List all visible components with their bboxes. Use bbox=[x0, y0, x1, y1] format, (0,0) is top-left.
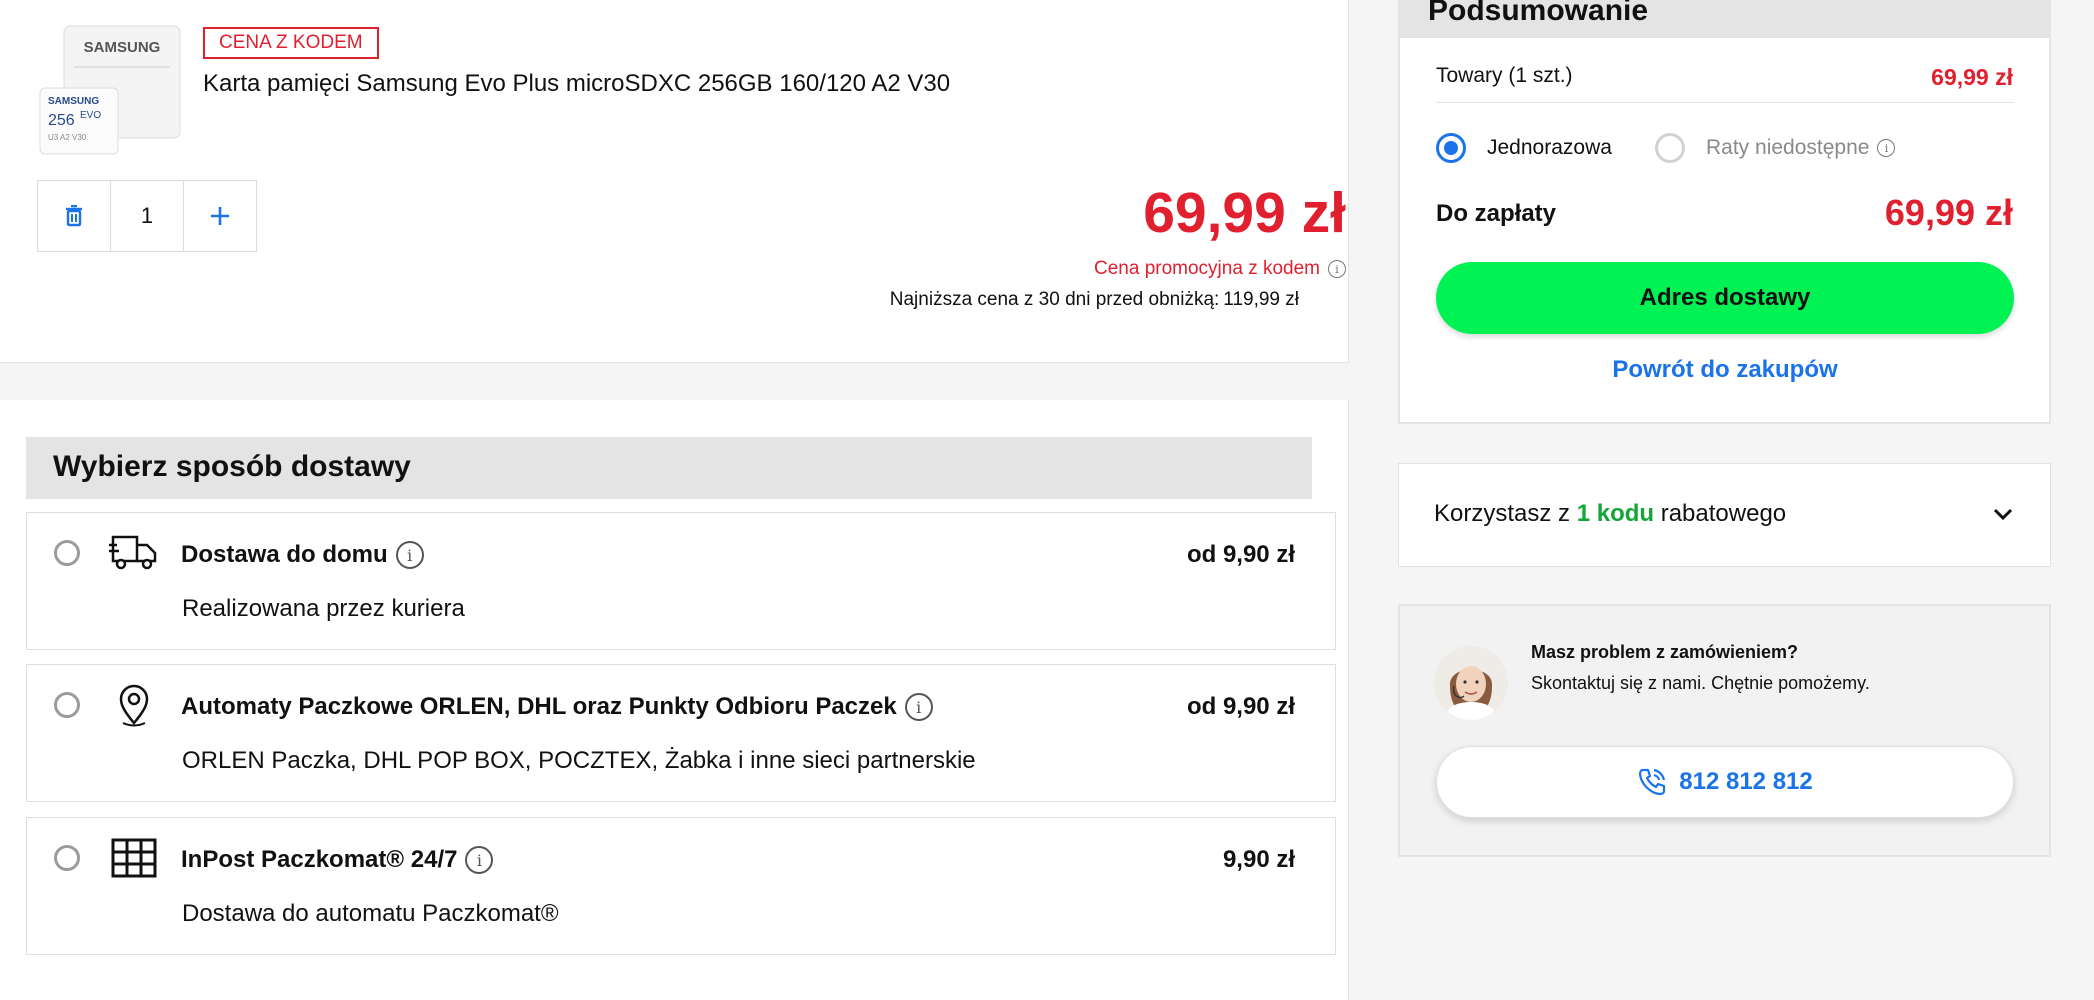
coupon-prefix: Korzystasz z bbox=[1434, 500, 1571, 527]
delivery-option-title-text: Automaty Paczkowe ORLEN, DHL oraz Punkty… bbox=[181, 693, 897, 720]
delivery-option-price: od 9,90 zł bbox=[1186, 541, 1295, 568]
payment-installments-text: Raty niedostępne bbox=[1706, 136, 1870, 159]
delivery-option-subtitle: Realizowana przez kuriera bbox=[182, 595, 465, 622]
delivery-option-title: InPost Paczkomat® 24/7 i bbox=[181, 846, 494, 874]
product-price: 69,99 zł bbox=[1143, 181, 1346, 245]
svg-text:EVO: EVO bbox=[80, 110, 101, 121]
delivery-option-title-text: InPost Paczkomat® 24/7 bbox=[181, 846, 458, 873]
chevron-down-icon[interactable] bbox=[1992, 503, 2014, 525]
total-label: Do zapłaty bbox=[1436, 200, 1557, 227]
info-icon[interactable]: i bbox=[465, 846, 494, 874]
coupon-suffix: rabatowego bbox=[1660, 500, 1787, 527]
info-icon[interactable]: i bbox=[1328, 260, 1346, 278]
svg-text:U3 A2 V30: U3 A2 V30 bbox=[48, 133, 87, 142]
items-value: 69,99 zł bbox=[1931, 64, 2013, 90]
map-pin-icon bbox=[109, 683, 159, 727]
product-image[interactable]: SAMSUNG SAMSUNG 256 EVO U3 A2 V30 bbox=[36, 22, 186, 158]
support-avatar bbox=[1434, 646, 1508, 720]
divider bbox=[1436, 102, 2014, 103]
delivery-radio[interactable] bbox=[54, 845, 80, 871]
quantity-stepper: 1 bbox=[37, 180, 257, 252]
lowest-price-label: Najniższa cena z 30 dni przed obniżką: bbox=[889, 289, 1220, 310]
phone-number: 812 812 812 bbox=[1679, 768, 1813, 795]
payment-installments-radio bbox=[1655, 133, 1685, 163]
info-icon[interactable]: i bbox=[1877, 139, 1896, 157]
remove-item-button[interactable] bbox=[38, 181, 110, 251]
summary-title: Podsumowanie bbox=[1428, 0, 1649, 27]
promo-price-label: Cena promocyjna z kodem i bbox=[1094, 258, 1346, 280]
delivery-option-price: od 9,90 zł bbox=[1186, 693, 1295, 720]
product-image-brand: SAMSUNG bbox=[84, 39, 161, 56]
promo-price-text: Cena promocyjna z kodem bbox=[1094, 258, 1320, 279]
coupon-text: Korzystasz z 1 kodu rabatowego bbox=[1434, 500, 1786, 528]
delivery-radio[interactable] bbox=[54, 692, 80, 718]
help-subtitle: Skontaktuj się z nami. Chętnie pomożemy. bbox=[1531, 673, 1870, 693]
phone-icon bbox=[1639, 768, 1666, 796]
info-icon[interactable]: i bbox=[395, 541, 424, 569]
delivery-option-home[interactable]: Dostawa do domu i od 9,90 zł Realizowana… bbox=[26, 512, 1336, 650]
delivery-radio[interactable] bbox=[54, 540, 80, 566]
trash-icon bbox=[66, 205, 82, 227]
delivery-option-subtitle: ORLEN Paczka, DHL POP BOX, POCZTEX, Żabk… bbox=[182, 747, 976, 774]
payment-once-radio[interactable] bbox=[1436, 133, 1466, 163]
coupon-count: 1 kodu bbox=[1576, 500, 1655, 527]
truck-icon bbox=[109, 531, 159, 575]
help-title: Masz problem z zamówieniem? bbox=[1531, 642, 1799, 662]
delivery-option-pickup-points[interactable]: Automaty Paczkowe ORLEN, DHL oraz Punkty… bbox=[26, 664, 1336, 802]
code-price-badge: CENA Z KODEM bbox=[203, 27, 379, 59]
total-value: 69,99 zł bbox=[1884, 192, 2013, 233]
delivery-option-title: Dostawa do domu i bbox=[181, 541, 424, 569]
delivery-option-title-text: Dostawa do domu bbox=[181, 541, 388, 568]
svg-text:SAMSUNG: SAMSUNG bbox=[48, 96, 99, 107]
increase-quantity-button[interactable] bbox=[183, 181, 256, 251]
plus-icon bbox=[211, 207, 229, 225]
svg-text:256: 256 bbox=[48, 112, 75, 129]
delivery-option-title: Automaty Paczkowe ORLEN, DHL oraz Punkty… bbox=[181, 693, 933, 721]
quantity-value[interactable]: 1 bbox=[110, 181, 183, 251]
back-to-shopping-link[interactable]: Powrót do zakupów bbox=[1436, 356, 2014, 384]
lowest-price-value: 119,99 zł bbox=[1223, 289, 1299, 310]
delivery-option-inpost[interactable]: InPost Paczkomat® 24/7 i 9,90 zł Dostawa… bbox=[26, 817, 1336, 955]
product-name[interactable]: Karta pamięci Samsung Evo Plus microSDXC… bbox=[203, 70, 950, 98]
delivery-option-price: 9,90 zł bbox=[1222, 846, 1295, 873]
delivery-address-button[interactable]: Adres dostawy bbox=[1436, 262, 2014, 334]
parcel-locker-icon bbox=[109, 836, 159, 880]
items-label: Towary (1 szt.) bbox=[1436, 64, 1573, 87]
info-icon[interactable]: i bbox=[904, 693, 933, 721]
payment-once-label[interactable]: Jednorazowa bbox=[1487, 136, 1612, 160]
delivery-title: Wybierz sposób dostawy bbox=[53, 450, 411, 483]
payment-installments-label: Raty niedostępne i bbox=[1706, 136, 1896, 160]
lowest-price-info: Najniższa cena z 30 dni przed obniżką: 11… bbox=[886, 289, 1299, 311]
phone-call-button[interactable]: 812 812 812 bbox=[1436, 746, 2014, 818]
delivery-option-subtitle: Dostawa do automatu Paczkomat® bbox=[182, 900, 559, 927]
